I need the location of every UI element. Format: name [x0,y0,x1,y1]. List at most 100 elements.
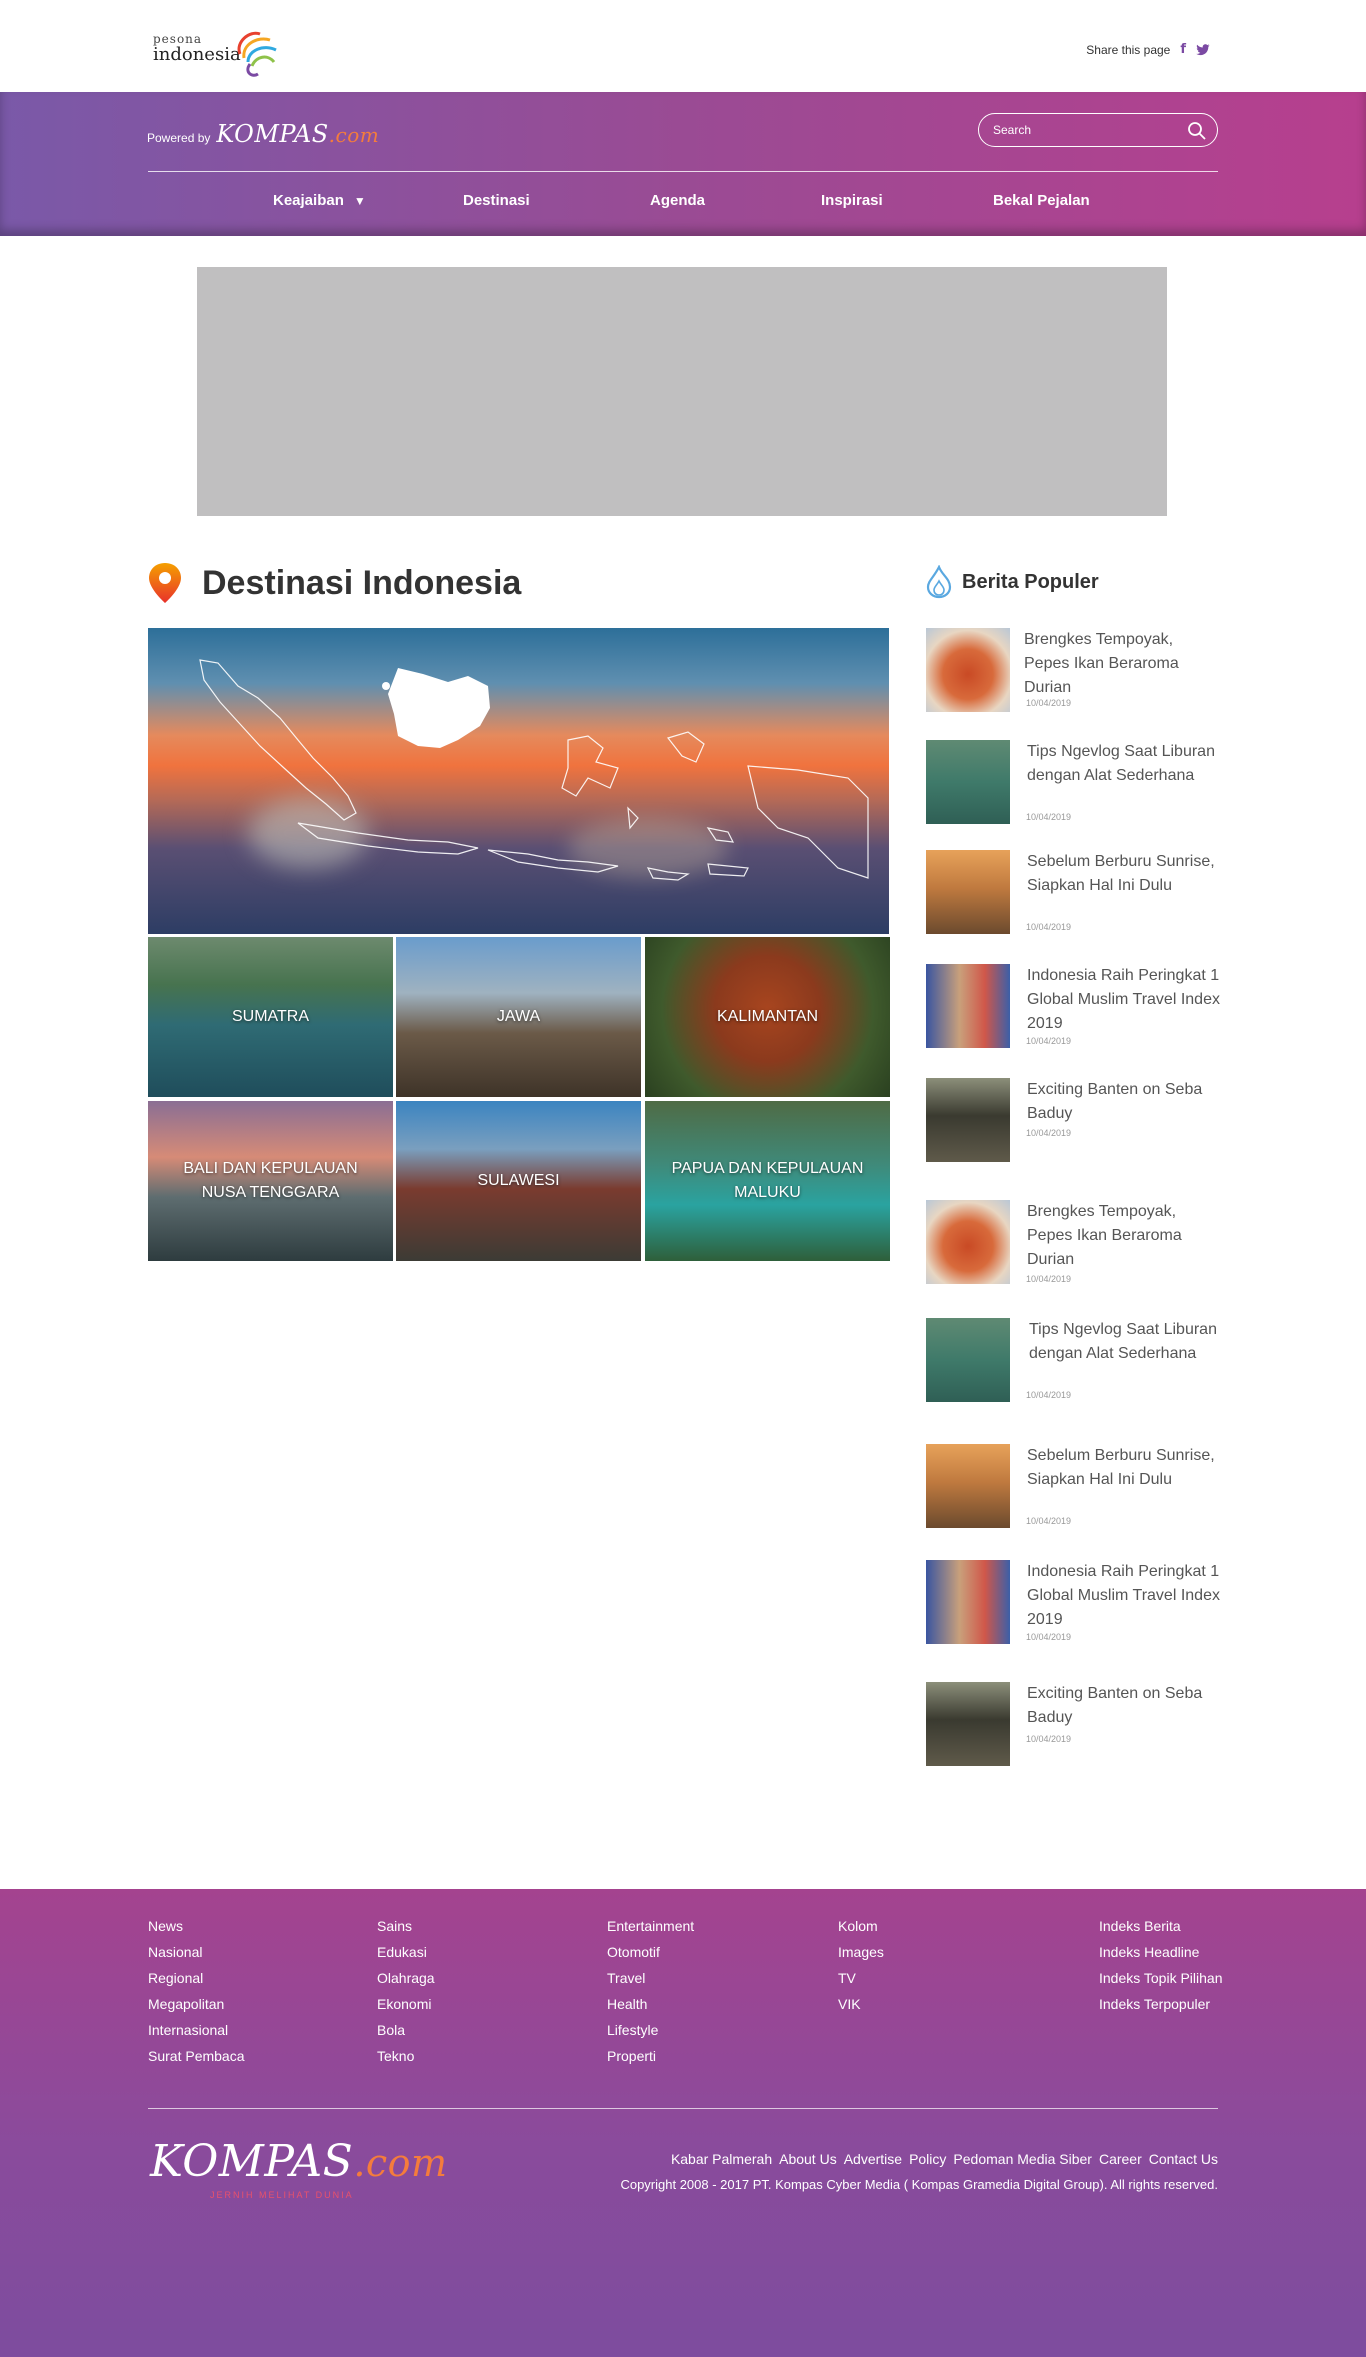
article-thumbnail[interactable] [926,1444,1010,1528]
kompas-logo[interactable]: KOMPAS.com [216,120,379,148]
populer-item[interactable]: Tips Ngevlog Saat Liburan dengan Alat Se… [926,1318,1218,1408]
footer-link[interactable]: Otomotif [607,1939,694,1965]
article-title[interactable]: Brengkes Tempoyak, Pepes Ikan Beraroma D… [1027,1200,1221,1272]
article-date: 10/04/2019 [1026,1734,1072,1744]
article-thumbnail[interactable] [926,740,1010,824]
populer-item[interactable]: Sebelum Berburu Sunrise, Siapkan Hal Ini… [926,1444,1218,1534]
page: pesona indonesia Share this page f Power… [0,0,1366,2357]
article-thumbnail[interactable] [926,1682,1010,1766]
logo-big-text: indonesia [153,44,241,65]
footer-link-policy[interactable]: Policy [909,2151,946,2167]
footer-link[interactable]: VIK [838,1991,884,2017]
article-title[interactable]: Tips Ngevlog Saat Liburan dengan Alat Se… [1029,1318,1223,1366]
footer-link[interactable]: Indeks Berita [1099,1913,1222,1939]
footer-link[interactable]: Edukasi [377,1939,435,1965]
share-label: Share this page [1086,42,1171,57]
footer-link[interactable]: Tekno [377,2043,435,2069]
footer-link[interactable]: Properti [607,2043,694,2069]
footer-link-kabar-palmerah[interactable]: Kabar Palmerah [671,2151,772,2167]
article-title[interactable]: Exciting Banten on Seba Baduy [1027,1078,1221,1126]
article-thumbnail[interactable] [926,964,1010,1048]
tile-label: SULAWESI [477,1172,560,1189]
footer-link[interactable]: Megapolitan [148,1991,245,2017]
footer-link[interactable]: TV [838,1965,884,1991]
footer-link[interactable]: Olahraga [377,1965,435,1991]
populer-item[interactable]: Indonesia Raih Peringkat 1 Global Muslim… [926,1560,1221,1650]
article-thumbnail[interactable] [926,1318,1010,1402]
footer-link[interactable]: Indeks Headline [1099,1939,1222,1965]
kompas-logo-main: KOMPAS [216,120,329,148]
footer-tagline: JERNIH MELIHAT DUNIA [210,2190,354,2200]
nav-inspirasi[interactable]: Inspirasi [821,192,883,209]
search-icon[interactable] [1187,121,1207,141]
article-thumbnail[interactable] [926,628,1010,712]
nav-destinasi[interactable]: Destinasi [463,192,530,209]
ad-banner[interactable] [197,267,1167,516]
nav-bekal-pejalan[interactable]: Bekal Pejalan [993,192,1090,209]
garuda-logo-icon [237,31,277,77]
article-title[interactable]: Brengkes Tempoyak, Pepes Ikan Beraroma D… [1024,628,1218,700]
footer-column: Sains Edukasi Olahraga Ekonomi Bola Tekn… [377,1913,435,2069]
footer-link[interactable]: Health [607,1991,694,2017]
search-input[interactable] [993,121,1173,139]
indonesia-map-hero[interactable] [148,628,889,934]
populer-item[interactable]: Exciting Banten on Seba Baduy 10/04/2019 [926,1682,1218,1772]
populer-item[interactable]: Brengkes Tempoyak, Pepes Ikan Beraroma D… [926,628,1218,718]
site-footer: News Nasional Regional Megapolitan Inter… [0,1889,1366,2357]
footer-link[interactable]: Travel [607,1965,694,1991]
footer-link-advertise[interactable]: Advertise [844,2151,902,2167]
footer-links: Kabar Palmerah About Us Advertise Policy… [671,2151,1218,2167]
footer-link[interactable]: Bola [377,2017,435,2043]
powered-label: Powered by [147,131,211,145]
footer-link[interactable]: Indeks Terpopuler [1099,1991,1222,2017]
footer-kompas-logo[interactable]: KOMPAS.com JERNIH MELIHAT DUNIA [150,2136,448,2200]
article-date: 10/04/2019 [1026,1128,1072,1138]
footer-link[interactable]: Sains [377,1913,435,1939]
nav-agenda[interactable]: Agenda [650,192,705,209]
tile-sumatra[interactable]: SUMATRA [148,937,393,1097]
footer-link[interactable]: Entertainment [607,1913,694,1939]
nav-keajaiban[interactable]: Keajaiban ▼ [273,192,366,209]
populer-item[interactable]: Exciting Banten on Seba Baduy 10/04/2019 [926,1078,1218,1168]
twitter-icon[interactable] [1196,43,1210,56]
footer-link-contact-us[interactable]: Contact Us [1149,2151,1218,2167]
footer-link-pedoman[interactable]: Pedoman Media Siber [953,2151,1092,2167]
tile-kalimantan[interactable]: KALIMANTAN [645,937,890,1097]
footer-link[interactable]: Lifestyle [607,2017,694,2043]
article-title[interactable]: Indonesia Raih Peringkat 1 Global Muslim… [1027,964,1221,1036]
footer-link[interactable]: Indeks Topik Pilihan [1099,1965,1222,1991]
article-title[interactable]: Tips Ngevlog Saat Liburan dengan Alat Se… [1027,740,1221,788]
tile-sulawesi[interactable]: SULAWESI [396,1101,641,1261]
article-title[interactable]: Sebelum Berburu Sunrise, Siapkan Hal Ini… [1027,1444,1221,1492]
article-thumbnail[interactable] [926,1078,1010,1162]
populer-item[interactable]: Brengkes Tempoyak, Pepes Ikan Beraroma D… [926,1200,1218,1290]
article-thumbnail[interactable] [926,1200,1010,1284]
populer-item[interactable]: Indonesia Raih Peringkat 1 Global Muslim… [926,964,1221,1054]
tile-label: SUMATRA [231,1008,310,1025]
footer-link-career[interactable]: Career [1099,2151,1142,2167]
footer-link[interactable]: Internasional [148,2017,245,2043]
article-title[interactable]: Sebelum Berburu Sunrise, Siapkan Hal Ini… [1027,850,1221,898]
article-date: 10/04/2019 [1026,1632,1072,1642]
article-title[interactable]: Exciting Banten on Seba Baduy [1027,1682,1221,1730]
footer-link[interactable]: Images [838,1939,884,1965]
footer-column: Entertainment Otomotif Travel Health Lif… [607,1913,694,2069]
footer-link[interactable]: Kolom [838,1913,884,1939]
footer-link[interactable]: Nasional [148,1939,245,1965]
footer-link-about-us[interactable]: About Us [779,2151,837,2167]
populer-item[interactable]: Sebelum Berburu Sunrise, Siapkan Hal Ini… [926,850,1218,940]
footer-link[interactable]: Ekonomi [377,1991,435,2017]
tile-bali-nusa-tenggara[interactable]: BALI DAN KEPULAUAN NUSA TENGGARA [148,1101,393,1261]
footer-link[interactable]: Regional [148,1965,245,1991]
article-title[interactable]: Indonesia Raih Peringkat 1 Global Muslim… [1027,1560,1221,1632]
article-thumbnail[interactable] [926,1560,1010,1644]
populer-item[interactable]: Tips Ngevlog Saat Liburan dengan Alat Se… [926,740,1218,830]
tile-label: KALIMANTAN [716,1008,819,1025]
footer-link[interactable]: News [148,1913,245,1939]
footer-link[interactable]: Surat Pembaca [148,2043,245,2069]
tile-papua-maluku[interactable]: PAPUA DAN KEPULAUAN MALUKU [645,1101,890,1261]
pesona-indonesia-logo[interactable]: pesona indonesia [150,22,290,82]
article-thumbnail[interactable] [926,850,1010,934]
tile-jawa[interactable]: JAWA [396,937,641,1097]
facebook-icon[interactable]: f [1180,42,1186,57]
